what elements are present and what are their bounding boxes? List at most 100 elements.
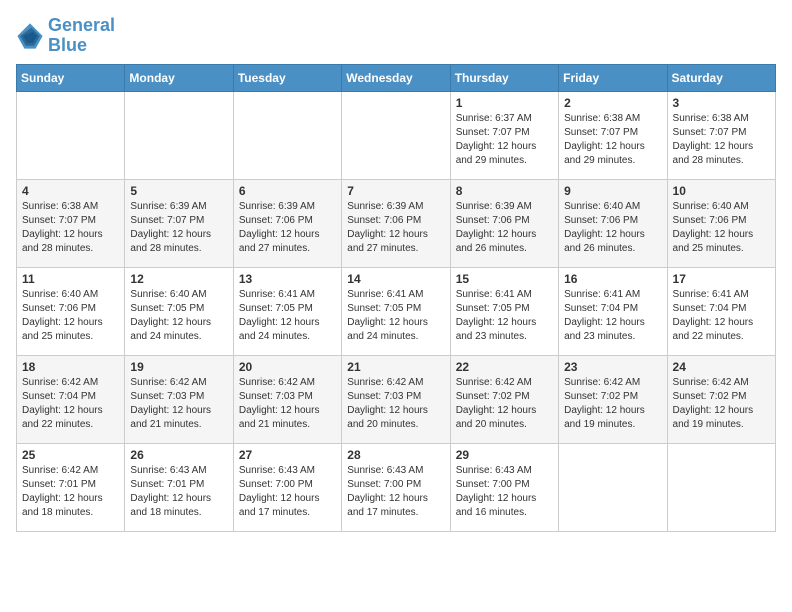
day-number: 17	[673, 272, 770, 286]
calendar-cell: 29 Sunrise: 6:43 AM Sunset: 7:00 PM Dayli…	[450, 443, 558, 531]
calendar-cell: 18 Sunrise: 6:42 AM Sunset: 7:04 PM Dayli…	[17, 355, 125, 443]
day-info: Sunrise: 6:41 AM Sunset: 7:05 PM Dayligh…	[456, 288, 553, 344]
day-info: Sunrise: 6:40 AM Sunset: 7:06 PM Dayligh…	[564, 200, 661, 256]
day-info: Sunrise: 6:42 AM Sunset: 7:04 PM Dayligh…	[22, 376, 119, 432]
day-number: 10	[673, 184, 770, 198]
calendar-cell: 27 Sunrise: 6:43 AM Sunset: 7:00 PM Dayli…	[233, 443, 341, 531]
calendar-cell: 17 Sunrise: 6:41 AM Sunset: 7:04 PM Dayli…	[667, 267, 775, 355]
calendar-cell	[125, 91, 233, 179]
calendar-cell: 10 Sunrise: 6:40 AM Sunset: 7:06 PM Dayli…	[667, 179, 775, 267]
calendar-cell	[17, 91, 125, 179]
day-number: 2	[564, 96, 661, 110]
day-info: Sunrise: 6:37 AM Sunset: 7:07 PM Dayligh…	[456, 112, 553, 168]
day-info: Sunrise: 6:41 AM Sunset: 7:05 PM Dayligh…	[347, 288, 444, 344]
day-number: 28	[347, 448, 444, 462]
calendar-cell: 3Sunrise: 6:38 AM Sunset: 7:07 PM Daylig…	[667, 91, 775, 179]
calendar-cell	[342, 91, 450, 179]
calendar-cell: 25 Sunrise: 6:42 AM Sunset: 7:01 PM Dayli…	[17, 443, 125, 531]
calendar-cell: 21 Sunrise: 6:42 AM Sunset: 7:03 PM Dayli…	[342, 355, 450, 443]
calendar-cell: 6 Sunrise: 6:39 AM Sunset: 7:06 PM Daylig…	[233, 179, 341, 267]
day-number: 6	[239, 184, 336, 198]
calendar-cell	[559, 443, 667, 531]
calendar-cell: 11 Sunrise: 6:40 AM Sunset: 7:06 PM Dayli…	[17, 267, 125, 355]
day-number: 16	[564, 272, 661, 286]
calendar-cell: 4 Sunrise: 6:38 AM Sunset: 7:07 PM Daylig…	[17, 179, 125, 267]
calendar-week-1: 1 Sunrise: 6:37 AM Sunset: 7:07 PM Daylig…	[17, 91, 776, 179]
calendar-cell	[233, 91, 341, 179]
day-info: Sunrise: 6:42 AM Sunset: 7:02 PM Dayligh…	[456, 376, 553, 432]
day-number: 20	[239, 360, 336, 374]
calendar-cell: 24Sunrise: 6:42 AM Sunset: 7:02 PM Dayli…	[667, 355, 775, 443]
day-number: 11	[22, 272, 119, 286]
day-number: 4	[22, 184, 119, 198]
calendar-cell: 16 Sunrise: 6:41 AM Sunset: 7:04 PM Dayli…	[559, 267, 667, 355]
calendar-cell: 2 Sunrise: 6:38 AM Sunset: 7:07 PM Daylig…	[559, 91, 667, 179]
calendar-body: 1 Sunrise: 6:37 AM Sunset: 7:07 PM Daylig…	[17, 91, 776, 531]
calendar-cell: 23Sunrise: 6:42 AM Sunset: 7:02 PM Dayli…	[559, 355, 667, 443]
day-number: 29	[456, 448, 553, 462]
day-header-monday: Monday	[125, 64, 233, 91]
calendar-week-2: 4 Sunrise: 6:38 AM Sunset: 7:07 PM Daylig…	[17, 179, 776, 267]
day-info: Sunrise: 6:38 AM Sunset: 7:07 PM Dayligh…	[22, 200, 119, 256]
calendar-cell: 5 Sunrise: 6:39 AM Sunset: 7:07 PM Daylig…	[125, 179, 233, 267]
day-info: Sunrise: 6:39 AM Sunset: 7:07 PM Dayligh…	[130, 200, 227, 256]
day-number: 26	[130, 448, 227, 462]
day-number: 7	[347, 184, 444, 198]
calendar-cell: 8Sunrise: 6:39 AM Sunset: 7:06 PM Daylig…	[450, 179, 558, 267]
day-info: Sunrise: 6:42 AM Sunset: 7:03 PM Dayligh…	[239, 376, 336, 432]
calendar-cell: 26 Sunrise: 6:43 AM Sunset: 7:01 PM Dayli…	[125, 443, 233, 531]
day-info: Sunrise: 6:40 AM Sunset: 7:05 PM Dayligh…	[130, 288, 227, 344]
calendar-week-4: 18 Sunrise: 6:42 AM Sunset: 7:04 PM Dayli…	[17, 355, 776, 443]
calendar-cell: 12 Sunrise: 6:40 AM Sunset: 7:05 PM Dayli…	[125, 267, 233, 355]
day-number: 18	[22, 360, 119, 374]
calendar-cell: 28 Sunrise: 6:43 AM Sunset: 7:00 PM Dayli…	[342, 443, 450, 531]
day-number: 5	[130, 184, 227, 198]
page-header: General Blue	[16, 16, 776, 56]
calendar-cell: 9Sunrise: 6:40 AM Sunset: 7:06 PM Daylig…	[559, 179, 667, 267]
calendar-cell: 14 Sunrise: 6:41 AM Sunset: 7:05 PM Dayli…	[342, 267, 450, 355]
day-info: Sunrise: 6:39 AM Sunset: 7:06 PM Dayligh…	[239, 200, 336, 256]
day-number: 12	[130, 272, 227, 286]
calendar-cell: 20 Sunrise: 6:42 AM Sunset: 7:03 PM Dayli…	[233, 355, 341, 443]
day-header-friday: Friday	[559, 64, 667, 91]
day-info: Sunrise: 6:40 AM Sunset: 7:06 PM Dayligh…	[673, 200, 770, 256]
calendar-table: SundayMondayTuesdayWednesdayThursdayFrid…	[16, 64, 776, 532]
day-info: Sunrise: 6:42 AM Sunset: 7:01 PM Dayligh…	[22, 464, 119, 520]
day-header-tuesday: Tuesday	[233, 64, 341, 91]
day-headers-row: SundayMondayTuesdayWednesdayThursdayFrid…	[17, 64, 776, 91]
day-info: Sunrise: 6:43 AM Sunset: 7:00 PM Dayligh…	[347, 464, 444, 520]
day-info: Sunrise: 6:41 AM Sunset: 7:04 PM Dayligh…	[673, 288, 770, 344]
day-number: 25	[22, 448, 119, 462]
day-number: 13	[239, 272, 336, 286]
calendar-week-5: 25 Sunrise: 6:42 AM Sunset: 7:01 PM Dayli…	[17, 443, 776, 531]
day-info: Sunrise: 6:38 AM Sunset: 7:07 PM Dayligh…	[564, 112, 661, 168]
day-number: 27	[239, 448, 336, 462]
day-info: Sunrise: 6:43 AM Sunset: 7:00 PM Dayligh…	[239, 464, 336, 520]
logo-icon	[16, 22, 44, 50]
day-header-thursday: Thursday	[450, 64, 558, 91]
calendar-cell: 13 Sunrise: 6:41 AM Sunset: 7:05 PM Dayli…	[233, 267, 341, 355]
day-info: Sunrise: 6:42 AM Sunset: 7:03 PM Dayligh…	[130, 376, 227, 432]
day-number: 15	[456, 272, 553, 286]
day-header-sunday: Sunday	[17, 64, 125, 91]
logo: General Blue	[16, 16, 115, 56]
day-info: Sunrise: 6:41 AM Sunset: 7:05 PM Dayligh…	[239, 288, 336, 344]
day-info: Sunrise: 6:40 AM Sunset: 7:06 PM Dayligh…	[22, 288, 119, 344]
day-number: 21	[347, 360, 444, 374]
logo-text: General Blue	[48, 16, 115, 56]
calendar-header: SundayMondayTuesdayWednesdayThursdayFrid…	[17, 64, 776, 91]
calendar-cell: 22 Sunrise: 6:42 AM Sunset: 7:02 PM Dayli…	[450, 355, 558, 443]
day-info: Sunrise: 6:41 AM Sunset: 7:04 PM Dayligh…	[564, 288, 661, 344]
day-number: 14	[347, 272, 444, 286]
day-info: Sunrise: 6:42 AM Sunset: 7:03 PM Dayligh…	[347, 376, 444, 432]
day-info: Sunrise: 6:42 AM Sunset: 7:02 PM Dayligh…	[564, 376, 661, 432]
day-info: Sunrise: 6:43 AM Sunset: 7:00 PM Dayligh…	[456, 464, 553, 520]
day-number: 1	[456, 96, 553, 110]
day-number: 22	[456, 360, 553, 374]
day-info: Sunrise: 6:43 AM Sunset: 7:01 PM Dayligh…	[130, 464, 227, 520]
day-info: Sunrise: 6:39 AM Sunset: 7:06 PM Dayligh…	[347, 200, 444, 256]
calendar-cell: 19Sunrise: 6:42 AM Sunset: 7:03 PM Dayli…	[125, 355, 233, 443]
day-number: 24	[673, 360, 770, 374]
calendar-cell	[667, 443, 775, 531]
day-info: Sunrise: 6:39 AM Sunset: 7:06 PM Dayligh…	[456, 200, 553, 256]
